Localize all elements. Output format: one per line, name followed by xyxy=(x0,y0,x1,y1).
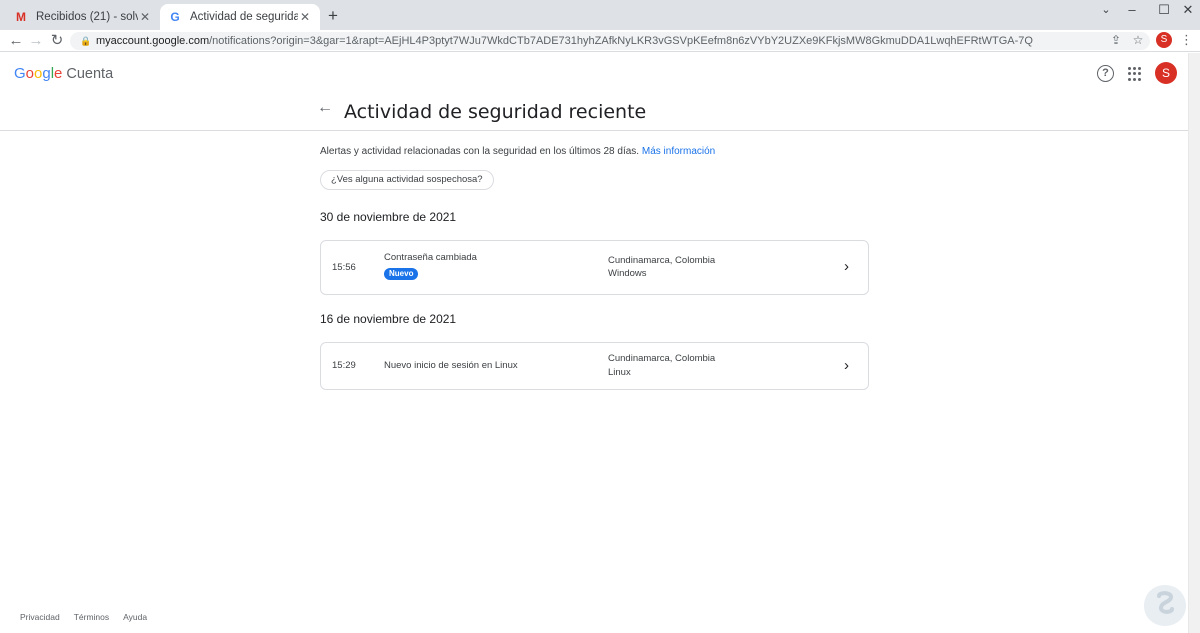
event-time: 15:29 xyxy=(332,360,356,371)
tab-title: Actividad de seguridad reciente xyxy=(190,11,298,23)
bookmark-star-icon[interactable]: ☆ xyxy=(1130,33,1146,47)
event-title: Contraseña cambiada xyxy=(384,252,477,263)
new-tab-button[interactable]: + xyxy=(324,7,342,25)
lock-icon: 🔒 xyxy=(80,35,92,46)
date-heading: 30 de noviembre de 2021 xyxy=(320,210,457,224)
event-device: Windows xyxy=(608,268,647,279)
security-activity-content: Alertas y actividad relacionadas con la … xyxy=(320,146,869,390)
share-icon[interactable]: ⇪ xyxy=(1108,33,1124,47)
event-title: Nuevo inicio de sesión en Linux xyxy=(384,360,518,371)
chevron-right-icon: › xyxy=(844,357,849,374)
scrollbar[interactable] xyxy=(1188,53,1200,633)
footer: Privacidad Términos Ayuda xyxy=(20,612,147,622)
google-g-icon: G xyxy=(170,10,180,24)
activity-card[interactable]: 15:56 Contraseña cambiada Nuevo Cundinam… xyxy=(320,240,869,295)
url-host: myaccount.google.com xyxy=(96,35,210,47)
reload-icon[interactable]: ↻ xyxy=(47,31,67,51)
more-info-link[interactable]: Más información xyxy=(642,146,715,157)
tab-title: Recibidos (21) - solveticp1@gmail xyxy=(36,11,138,23)
browser-menu-icon[interactable]: ⋮ xyxy=(1180,32,1193,48)
intro-text: Alertas y actividad relacionadas con la … xyxy=(320,146,869,157)
google-wordmark: Google xyxy=(14,65,63,82)
app-header: Google Cuenta ? S ← Actividad de segurid… xyxy=(0,53,1188,131)
watermark-logo-icon xyxy=(1144,585,1186,626)
close-window-icon[interactable]: ✕ xyxy=(1166,0,1200,22)
activity-card[interactable]: 15:29 Nuevo inicio de sesión en Linux Cu… xyxy=(320,342,869,390)
account-avatar[interactable]: S xyxy=(1155,62,1177,84)
new-badge: Nuevo xyxy=(384,268,419,280)
google-account-logo[interactable]: Google Cuenta xyxy=(14,65,113,82)
suspicious-activity-button[interactable]: ¿Ves alguna actividad sospechosa? xyxy=(320,170,494,190)
terms-link[interactable]: Términos xyxy=(74,612,109,622)
browser-tab-strip: M Recibidos (21) - solveticp1@gmail ✕ G … xyxy=(0,0,1200,30)
product-name: Cuenta xyxy=(66,66,114,82)
event-location: Cundinamarca, Colombia xyxy=(608,255,716,266)
event-device: Linux xyxy=(608,367,631,378)
forward-icon[interactable]: → xyxy=(26,31,46,51)
address-bar[interactable]: 🔒 myaccount.google.com/notifications?ori… xyxy=(70,32,1150,50)
browser-profile-avatar[interactable]: S xyxy=(1156,32,1172,48)
privacy-link[interactable]: Privacidad xyxy=(20,612,60,622)
apps-grid-icon[interactable] xyxy=(1128,67,1142,81)
date-heading: 16 de noviembre de 2021 xyxy=(320,312,457,326)
close-tab-icon[interactable]: ✕ xyxy=(298,10,312,24)
back-arrow-icon[interactable]: ← xyxy=(317,99,333,117)
browser-tab-gmail[interactable]: M Recibidos (21) - solveticp1@gmail ✕ xyxy=(6,4,160,30)
help-link[interactable]: Ayuda xyxy=(123,612,147,622)
chevron-right-icon: › xyxy=(844,258,849,275)
page-title: Actividad de seguridad reciente xyxy=(344,101,647,123)
intro-description: Alertas y actividad relacionadas con la … xyxy=(320,146,640,157)
back-icon[interactable]: ← xyxy=(6,31,26,51)
close-tab-icon[interactable]: ✕ xyxy=(138,10,152,24)
url-path: /notifications?origin=3&gar=1&rapt=AEjHL… xyxy=(209,35,1033,47)
browser-toolbar: ← → ↻ 🔒 myaccount.google.com/notificatio… xyxy=(0,30,1200,52)
help-icon[interactable]: ? xyxy=(1097,65,1114,82)
event-location: Cundinamarca, Colombia xyxy=(608,353,716,364)
browser-tab-security-activity[interactable]: G Actividad de seguridad reciente ✕ xyxy=(160,4,320,30)
event-time: 15:56 xyxy=(332,262,356,273)
gmail-icon: M xyxy=(16,10,26,24)
